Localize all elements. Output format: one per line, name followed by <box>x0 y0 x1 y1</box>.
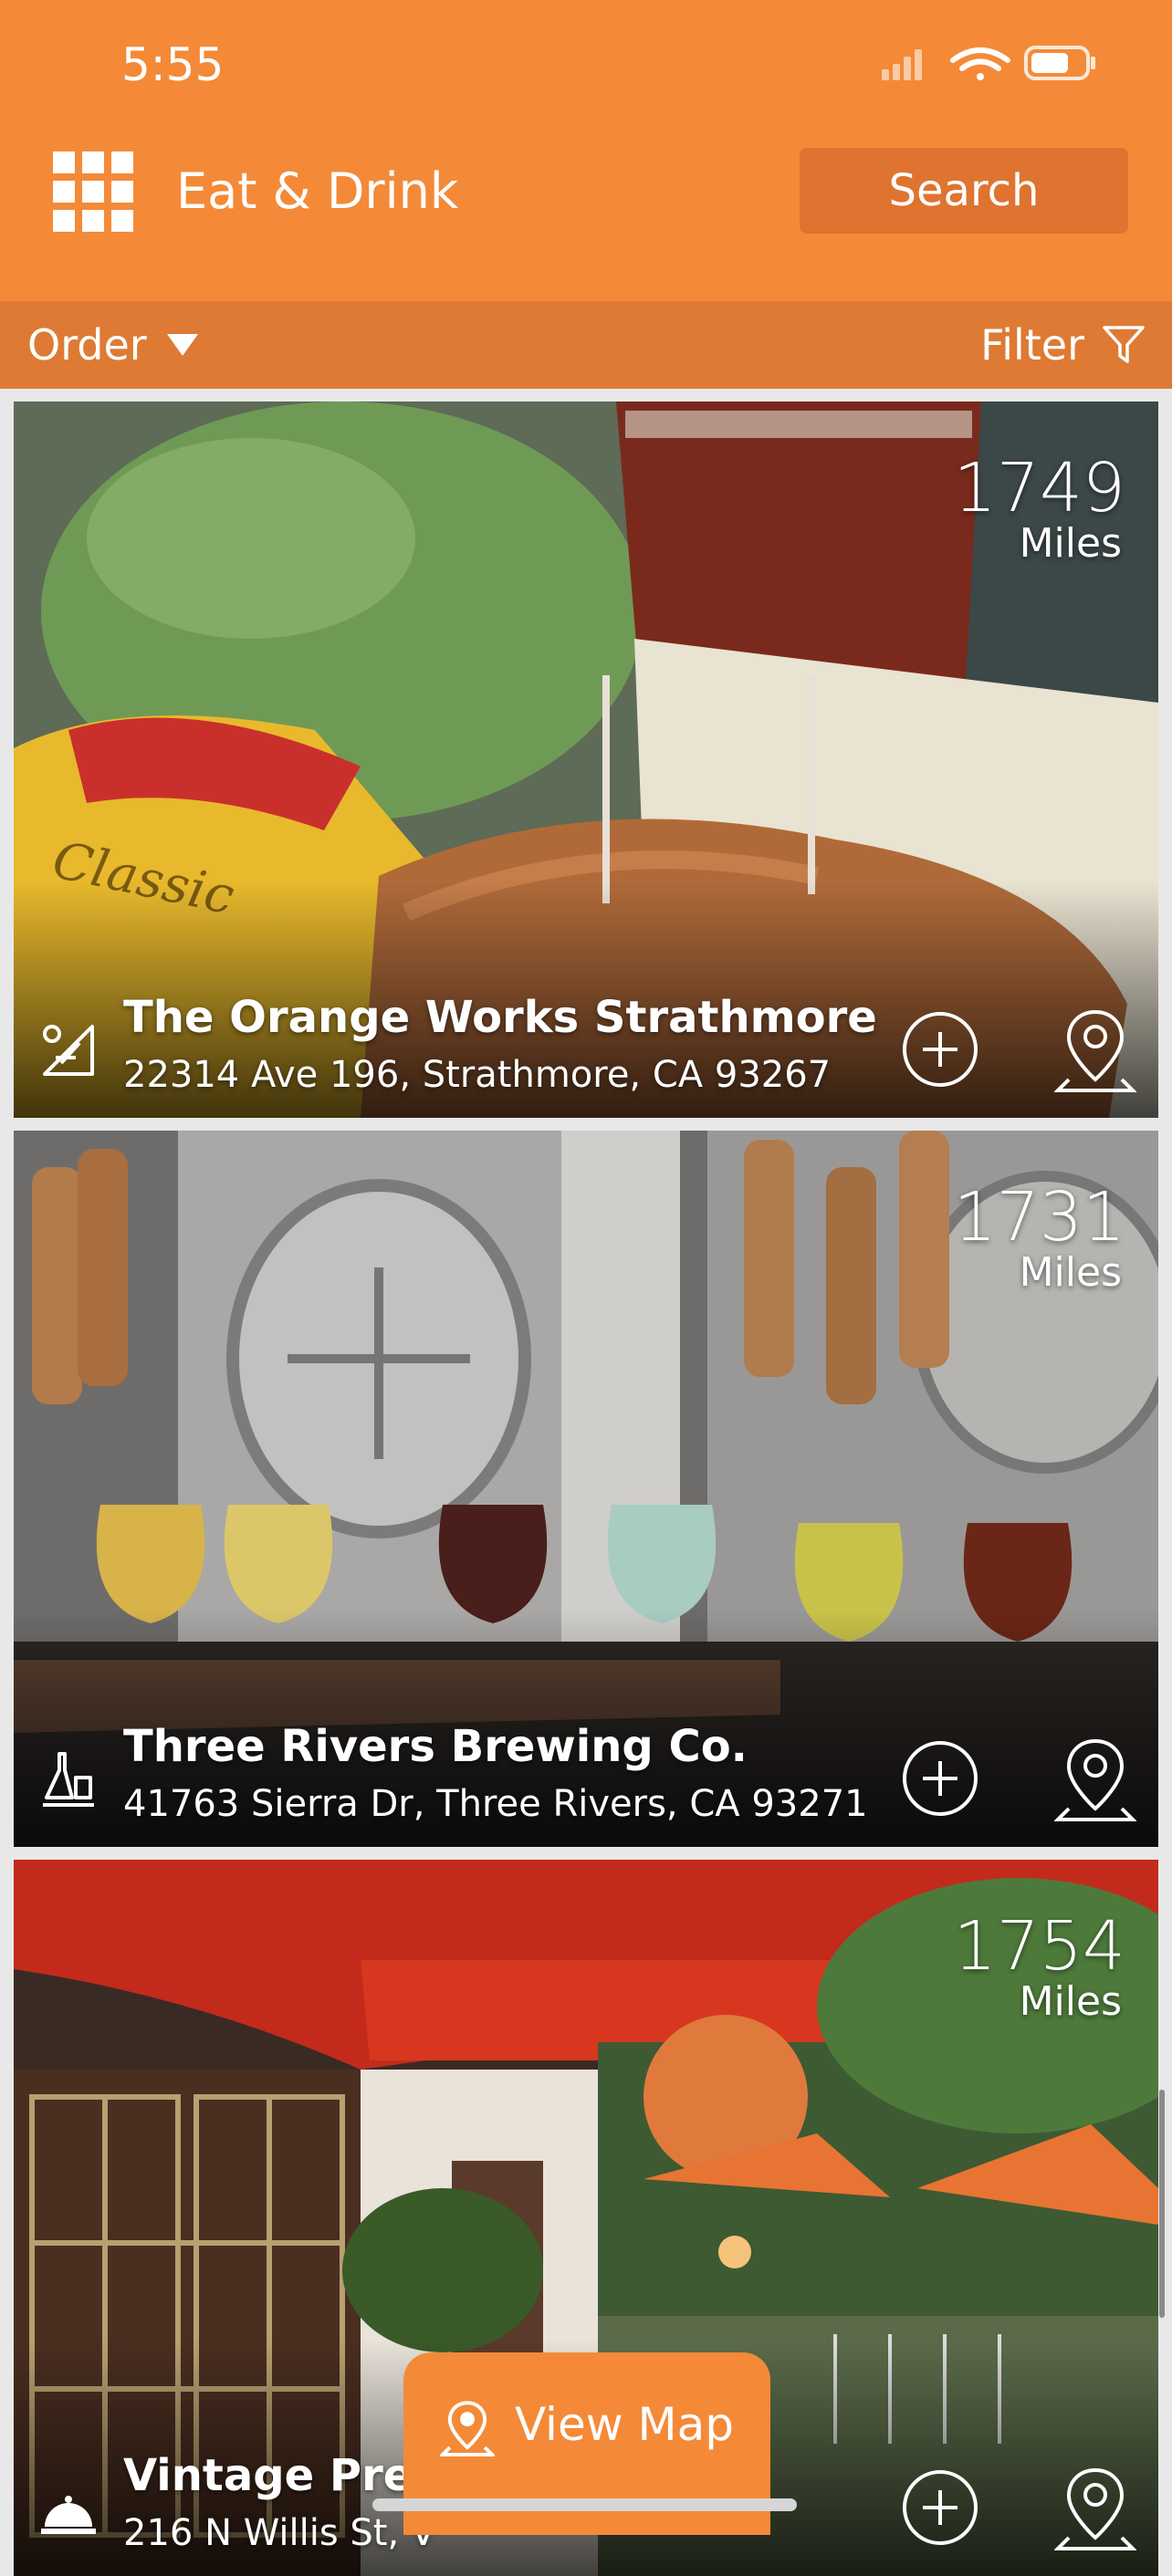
app-header: 5:55 Eat & Drink Search <box>0 0 1172 301</box>
distance-badge: 1731 Miles <box>954 1182 1125 1293</box>
restaurant-icon <box>43 1025 94 1076</box>
place-name: The Orange Works Strathmore <box>123 992 877 1043</box>
status-icons <box>882 46 1095 80</box>
filter-button[interactable]: Filter <box>980 301 1145 389</box>
order-label: Order <box>27 320 147 370</box>
distance-value: 1731 <box>953 1178 1125 1257</box>
brewery-icon <box>43 1752 94 1807</box>
distance-unit: Miles <box>1019 1978 1122 2025</box>
add-plus-icon[interactable] <box>901 1739 979 1818</box>
place-card[interactable]: 1731 Miles Three Rivers Brewing Co. 4176… <box>14 1131 1158 1847</box>
distance-value: 1754 <box>953 1907 1125 1986</box>
add-plus-icon[interactable] <box>901 2468 979 2547</box>
map-pin-icon[interactable] <box>1054 2463 1136 2554</box>
battery-icon <box>1024 46 1095 80</box>
order-filter-bar: Order Filter <box>0 301 1172 389</box>
view-map-label: View Map <box>514 2398 735 2451</box>
menu-grid-icon[interactable] <box>53 151 133 232</box>
place-name: Three Rivers Brewing Co. <box>123 1721 748 1772</box>
distance-value: 1749 <box>953 449 1125 527</box>
filter-label: Filter <box>980 320 1084 370</box>
map-pin-icon <box>439 2401 495 2457</box>
caret-down-icon <box>166 334 198 356</box>
scroll-indicator <box>1159 2090 1165 2318</box>
map-pin-icon[interactable] <box>1054 1734 1136 1825</box>
place-address: 216 N Willis St, V <box>123 2512 436 2554</box>
dining-icon <box>41 2496 96 2534</box>
page-title: Eat & Drink <box>176 162 459 220</box>
distance-unit: Miles <box>1019 520 1122 567</box>
distance-badge: 1749 Miles <box>954 453 1125 564</box>
map-pin-icon[interactable] <box>1054 1005 1136 1096</box>
place-address: 41763 Sierra Dr, Three Rivers, CA 93271 <box>123 1783 868 1825</box>
place-card[interactable]: Classic 1749 Miles The Orange Works Stra… <box>14 402 1158 1118</box>
filter-icon <box>1103 326 1145 363</box>
home-indicator[interactable] <box>372 2498 797 2511</box>
distance-unit: Miles <box>1019 1249 1122 1296</box>
order-button[interactable]: Order <box>27 301 198 389</box>
status-time: 5:55 <box>121 38 225 91</box>
signal-icon <box>882 49 922 80</box>
distance-badge: 1754 Miles <box>954 1911 1125 2022</box>
search-button[interactable]: Search <box>800 148 1128 234</box>
place-address: 22314 Ave 196, Strathmore, CA 93267 <box>123 1054 832 1096</box>
wifi-icon <box>950 47 1010 80</box>
add-plus-icon[interactable] <box>901 1010 979 1089</box>
